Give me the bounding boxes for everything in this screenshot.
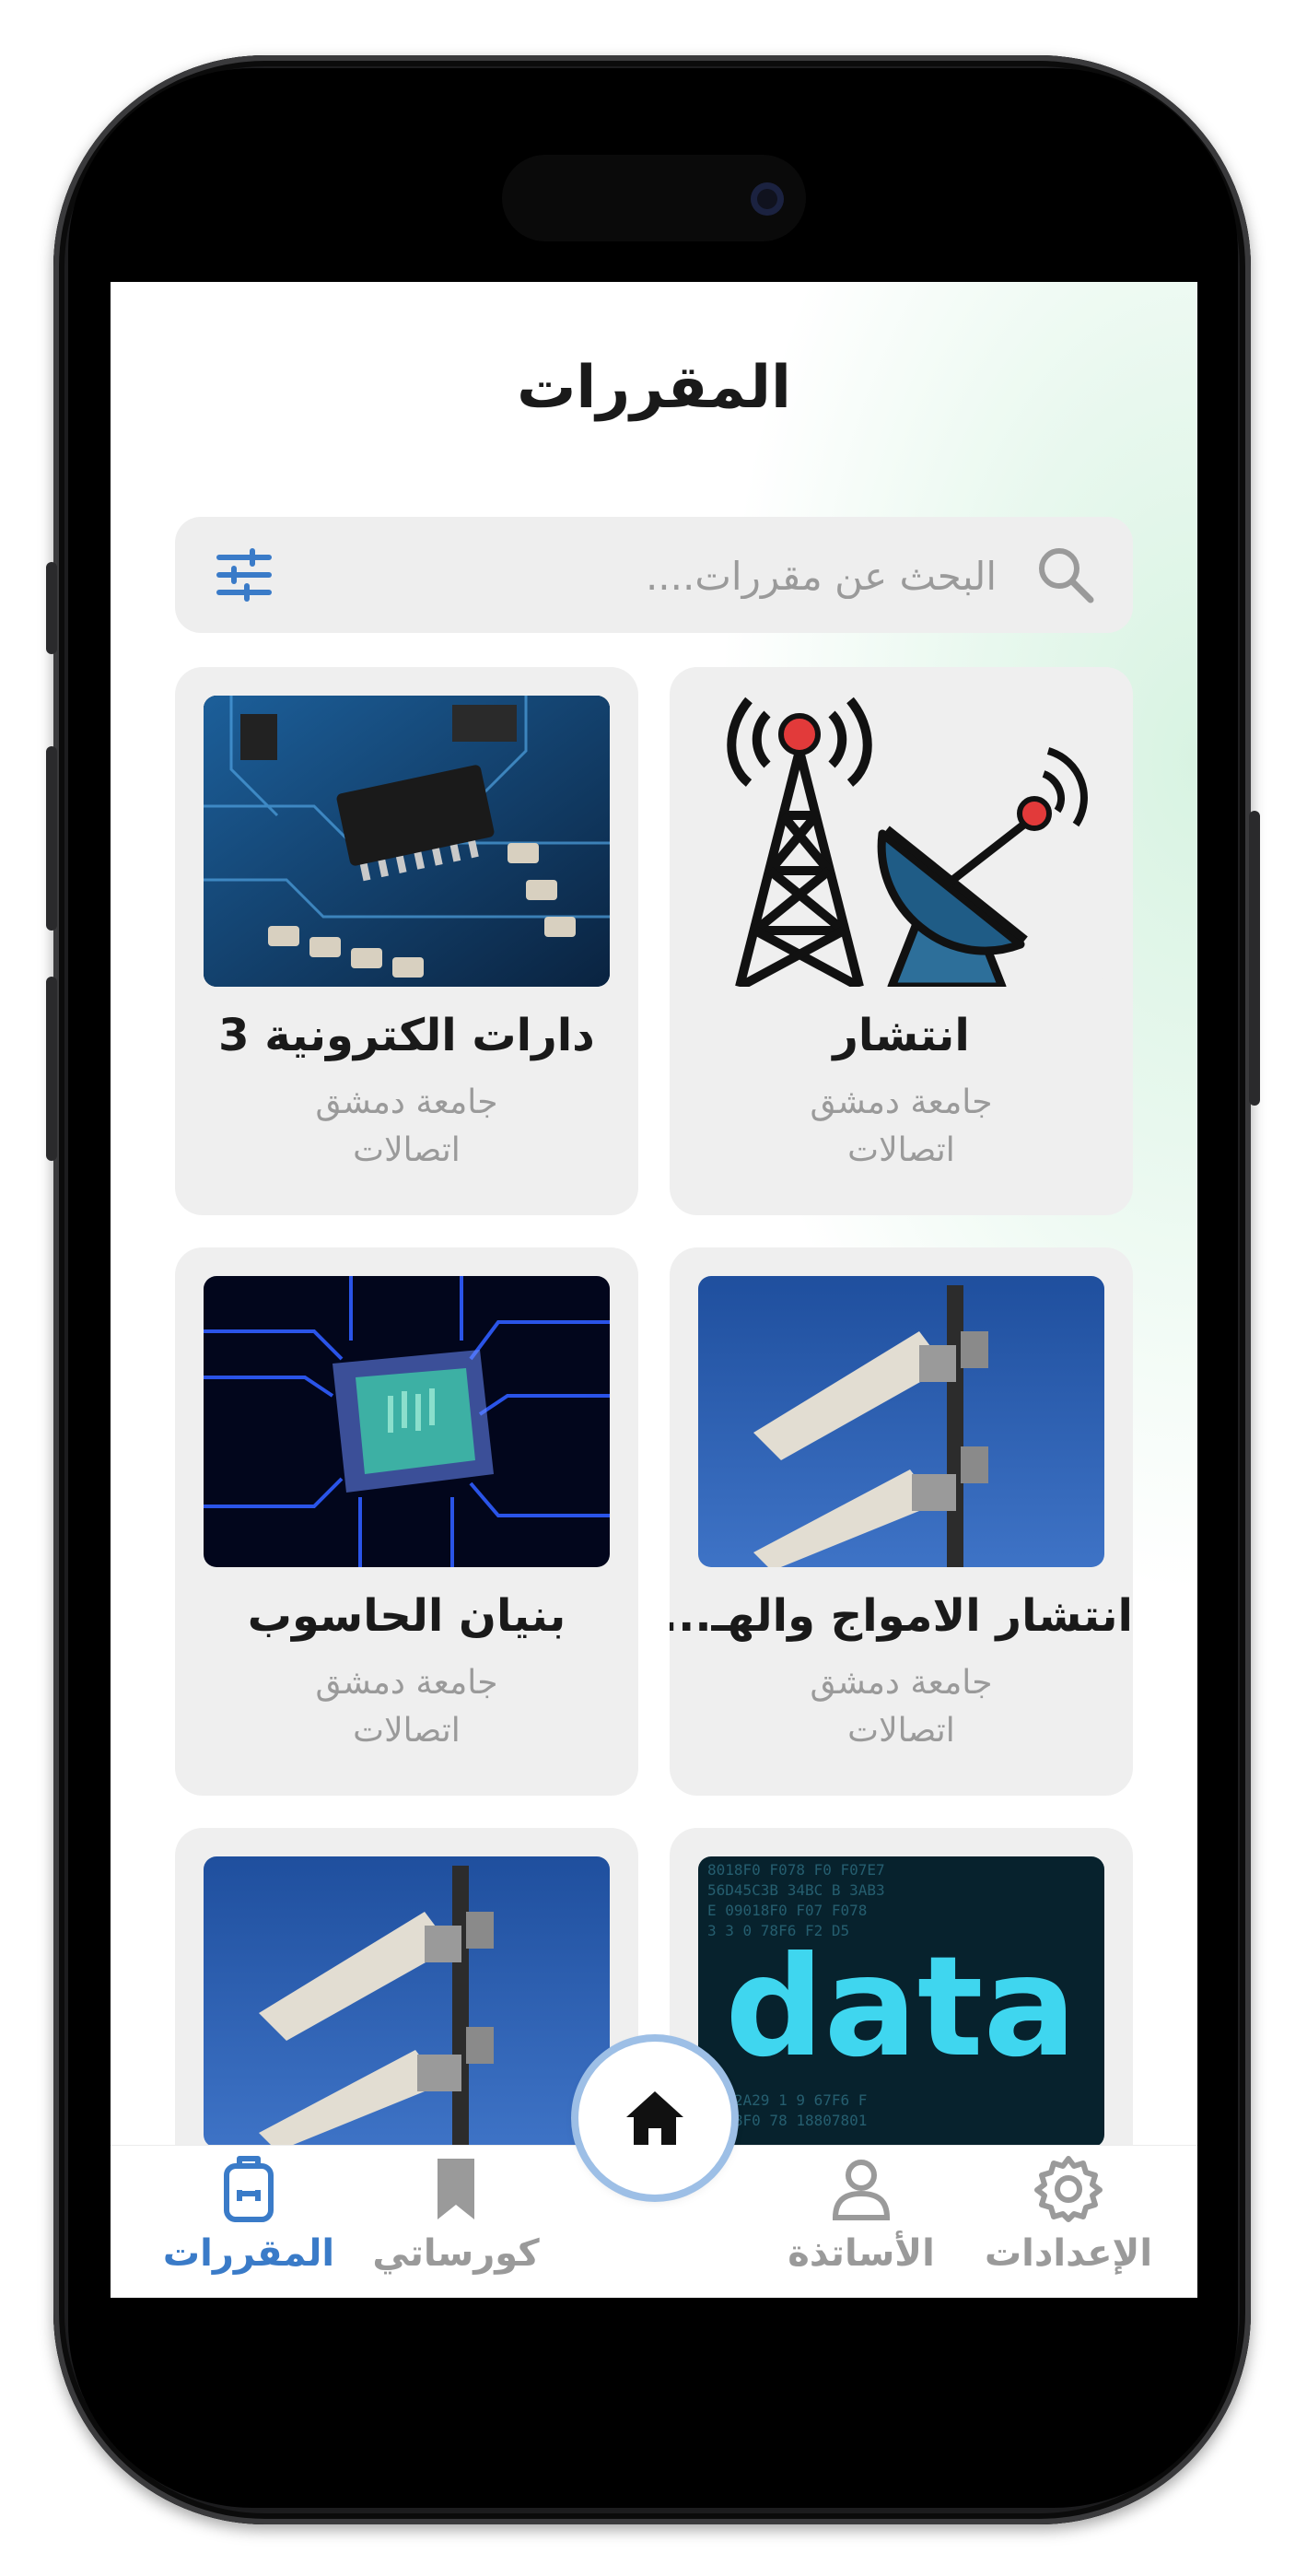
course-university: جامعة دمشق [315,1083,498,1121]
course-image: 8018F0 F078 F0 F07E7 56D45C3B 34BC B 3AB… [698,1856,1104,2148]
power-button [1249,811,1260,1106]
front-camera [751,182,784,216]
nav-label: كورساتي [372,2232,540,2275]
home-icon [626,2091,683,2145]
nav-label: الإعدادات [984,2232,1153,2275]
course-name: بنيان الحاسوب [247,1590,566,1642]
bookmark-icon [438,2159,474,2219]
nav-item-courses[interactable]: المقررات [143,2153,355,2275]
svg-text:8018F0 F078 F0 F07E7: 8018F0 F078 F0 F07E7 [707,1861,885,1879]
nav-label: الأساتذة [788,2232,935,2275]
course-department: اتصالات [353,1131,461,1169]
circuit-board-image [204,696,610,987]
course-image [698,1276,1104,1567]
course-university: جامعة دمشق [810,1664,993,1702]
course-image [204,1276,610,1567]
tower-and-satellite-dish-icon [727,697,1088,987]
course-name: انتشار [833,1010,970,1061]
nav-label: المقررات [162,2232,335,2275]
sliders-icon[interactable] [216,548,273,605]
course-image [698,696,1104,987]
app-screen: المقررات البحث عن مقررات.... انتشار جامع… [111,282,1197,2298]
course-department: اتصالات [353,1712,461,1750]
course-card[interactable]: دارات الكترونية 3 جامعة دمشق اتصالات [175,667,638,1215]
search-icon[interactable] [1035,544,1096,609]
course-image [204,696,610,987]
course-card[interactable]: بنيان الحاسوب جامعة دمشق اتصالات [175,1247,638,1796]
volume-down-button [46,977,57,1161]
antenna-mast-image [698,1276,1104,1567]
nav-item-my-courses[interactable]: كورساتي [350,2153,562,2275]
blue-cpu-chip-image [204,1276,610,1567]
course-department: اتصالات [847,1131,955,1169]
data-text-image: 8018F0 F078 F0 F07E7 56D45C3B 34BC B 3AB… [698,1856,1104,2148]
course-card[interactable]: انتشار الامواج والهـ... جامعة دمشق اتصال… [670,1247,1133,1796]
search-input[interactable] [313,517,998,635]
nav-item-teachers[interactable]: الأساتذة [755,2153,967,2275]
course-name: انتشار الامواج والهـ... [670,1590,1133,1642]
course-university: جامعة دمشق [315,1664,498,1702]
data-word: data [725,1927,1077,2088]
person-icon [832,2160,891,2220]
page-title: المقررات [517,354,791,422]
course-name: دارات الكترونية 3 [218,1010,595,1061]
course-image [204,1856,610,2148]
svg-text:0 42A29 1 9 67F6 F: 0 42A29 1 9 67F6 F [707,2091,867,2109]
course-card[interactable]: انتشار جامعة دمشق اتصالات [670,667,1133,1215]
svg-text:1 78F0 78 18807801: 1 78F0 78 18807801 [707,2112,867,2129]
search-bar[interactable] [175,517,1133,635]
antenna-mast-image [204,1856,610,2148]
silent-switch [46,562,57,654]
course-university: جامعة دمشق [810,1083,993,1121]
nav-item-settings[interactable]: الإعدادات [963,2153,1174,2275]
svg-text:56D45C3B 34BC B 3AB3: 56D45C3B 34BC B 3AB3 [707,1881,885,1899]
gear-icon [1034,2156,1103,2222]
home-button[interactable] [578,2042,731,2195]
volume-up-button [46,746,57,931]
backpack-icon [224,2156,274,2222]
course-department: اتصالات [847,1712,955,1750]
svg-text:E 09018F0 F07 F078: E 09018F0 F07 F078 [707,1902,867,1919]
